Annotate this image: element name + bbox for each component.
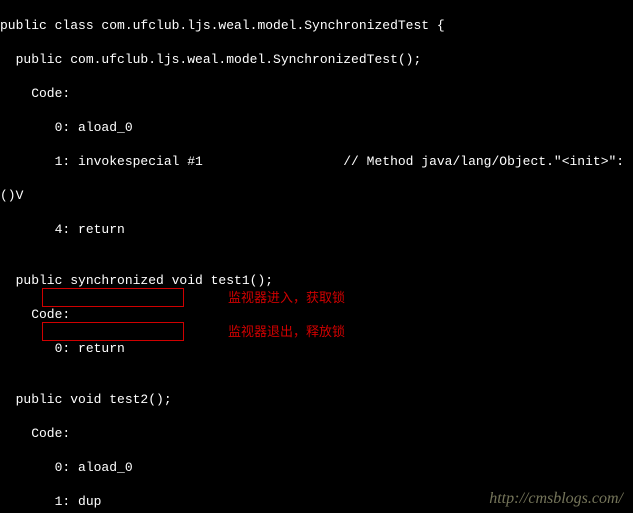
code-line: 0: aload_0	[0, 459, 633, 476]
code-line: Code:	[0, 306, 633, 323]
code-line: public class com.ufclub.ljs.weal.model.S…	[0, 17, 633, 34]
bytecode-output: public class com.ufclub.ljs.weal.model.S…	[0, 0, 633, 513]
code-line: Code:	[0, 85, 633, 102]
code-line: public synchronized void test1();	[0, 272, 633, 289]
code-line: 0: return	[0, 340, 633, 357]
code-line: Code:	[0, 425, 633, 442]
code-line: 0: aload_0	[0, 119, 633, 136]
code-line: public void test2();	[0, 391, 633, 408]
code-line: 1: invokespecial #1 // Method java/lang/…	[0, 153, 633, 170]
watermark-text: http://cmsblogs.com/	[489, 490, 623, 507]
code-line: 4: return	[0, 221, 633, 238]
code-line: public com.ufclub.ljs.weal.model.Synchro…	[0, 51, 633, 68]
code-line: ()V	[0, 187, 633, 204]
